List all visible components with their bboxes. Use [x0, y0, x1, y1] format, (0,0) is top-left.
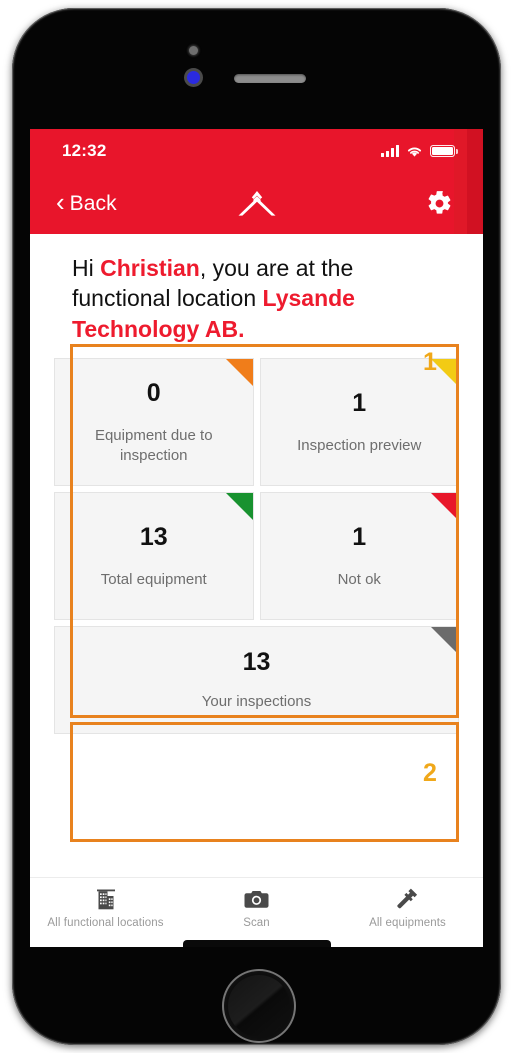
status-time: 12:32: [62, 141, 107, 160]
bottom-tab-bar: All functional locations Scan All equipm…: [30, 877, 483, 947]
green-corner-marker: [225, 493, 253, 521]
tile-value: 1: [352, 388, 367, 417]
tile-label: Total equipment: [100, 570, 207, 588]
phone-screen: 12:32 ‹ Back 1 2 Hi Christian, you are a…: [30, 129, 483, 947]
battery-fill: [432, 147, 453, 155]
chevron-left-icon: ‹: [56, 187, 65, 217]
settings-button[interactable]: [426, 190, 453, 217]
home-button-surface: [228, 975, 290, 1037]
tile-total-equipment[interactable]: 13 Total equipment: [54, 492, 254, 621]
tile-value: 13: [242, 648, 271, 677]
greeting-part1: Hi: [72, 255, 101, 281]
tile-equipment-due-to-inspection[interactable]: 0 Equipment due to inspection: [54, 358, 254, 487]
status-icons: [381, 145, 458, 158]
hammer-icon: [396, 887, 420, 911]
home-button[interactable]: [224, 971, 294, 1041]
tile-label: Equipment due to inspection: [94, 427, 213, 464]
gear-icon: [428, 191, 451, 214]
front-camera-icon: [187, 71, 200, 84]
tab-scan[interactable]: Scan: [181, 887, 332, 929]
earpiece-speaker: [234, 74, 306, 83]
tile-value: 13: [139, 522, 168, 551]
tile-your-inspections[interactable]: 13 Your inspections: [54, 626, 459, 735]
tab-label: Scan: [243, 917, 270, 929]
back-button-label: Back: [69, 191, 117, 215]
annotation-marker-2: 2: [423, 759, 437, 787]
status-bar: 12:32: [30, 129, 483, 173]
navigation-bar: ‹ Back: [30, 173, 483, 234]
tile-label: Inspection preview: [297, 436, 422, 454]
proximity-sensor-icon: [189, 46, 198, 55]
red-corner-marker: [431, 493, 458, 521]
cellular-signal-icon: [381, 145, 399, 157]
home-indicator: [182, 940, 331, 947]
camera-icon: [244, 887, 269, 911]
tile-value: 1: [352, 522, 367, 551]
building-icon: [96, 887, 116, 911]
tile-not-ok[interactable]: 1 Not ok: [259, 492, 459, 621]
annotation-box-2: [70, 722, 459, 842]
wifi-icon: [407, 146, 422, 157]
back-button[interactable]: ‹ Back: [30, 187, 117, 217]
main-content: 1 2 Hi Christian, you are at the functio…: [30, 234, 483, 947]
tab-all-equipments[interactable]: All equipments: [332, 887, 483, 929]
orange-corner-marker: [225, 359, 253, 387]
tab-label: All equipments: [369, 917, 446, 929]
tile-label: Not ok: [337, 570, 381, 588]
stats-tile-grid: 0 Equipment due to inspection 1 Inspecti…: [54, 358, 459, 621]
tab-label: All functional locations: [47, 917, 164, 929]
tile-value: 0: [146, 379, 161, 408]
gray-corner-marker: [431, 627, 458, 655]
app-header: 12:32 ‹ Back: [30, 129, 483, 234]
battery-icon: [430, 145, 458, 157]
tile-inspection-preview[interactable]: 1 Inspection preview: [259, 358, 459, 487]
tab-all-functional-locations[interactable]: All functional locations: [30, 887, 181, 929]
greeting-user-name: Christian: [100, 255, 200, 281]
greeting-text: Hi Christian, you are at the functional …: [54, 242, 459, 356]
phone-device-frame: 12:32 ‹ Back 1 2 Hi Christian, you are a…: [12, 8, 501, 1045]
tile-label: Your inspections: [201, 693, 312, 711]
